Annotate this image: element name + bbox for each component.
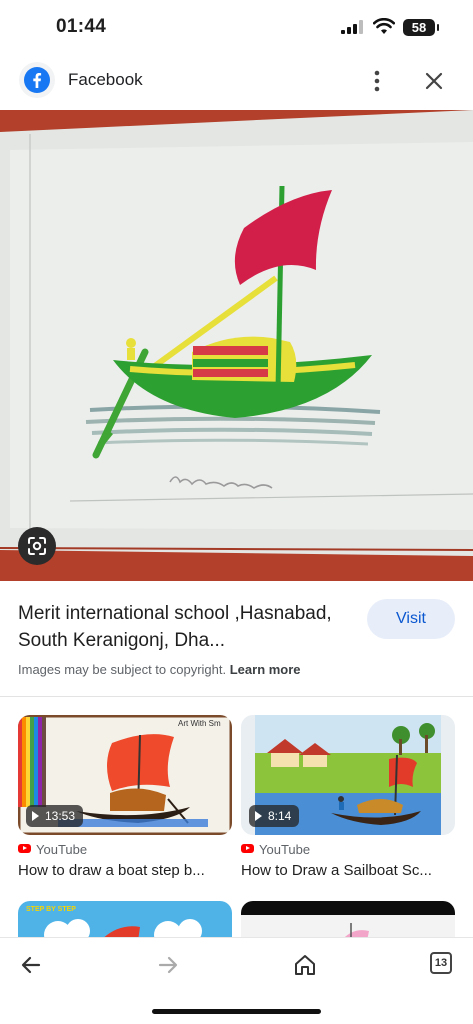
source-label: YouTube: [36, 842, 88, 857]
video-duration: 13:53: [26, 805, 84, 827]
status-bar: 01:44 58: [0, 0, 473, 56]
visit-button[interactable]: Visit: [367, 599, 455, 639]
image-info: Merit international school ,Hasnabad, So…: [0, 581, 473, 697]
tabs-button[interactable]: 13: [430, 952, 452, 974]
battery-icon: 58: [403, 19, 439, 36]
video-thumbnail[interactable]: 8:14: [241, 715, 455, 835]
thumbnail-watermark: STEP BY STEP: [26, 906, 76, 913]
youtube-icon: [241, 844, 254, 853]
thumbnail-image: [241, 901, 455, 941]
browser-header: Facebook: [0, 56, 473, 110]
facebook-icon: [19, 62, 55, 98]
play-icon: [255, 811, 262, 821]
home-indicator: [152, 1009, 321, 1014]
wifi-icon: [373, 18, 395, 34]
site-title: Facebook: [68, 70, 143, 89]
more-vert-icon[interactable]: [364, 68, 390, 94]
main-image[interactable]: [0, 110, 473, 581]
copyright-text: Images may be subject to copyright.: [18, 662, 227, 677]
back-arrow-icon[interactable]: [18, 952, 44, 978]
duration-text: 8:14: [268, 809, 292, 823]
source-title[interactable]: Merit international school ,Hasnabad, So…: [18, 600, 358, 654]
thumbnail-watermark: Art With Sm: [178, 719, 221, 728]
youtube-icon: [18, 844, 31, 853]
related-card-partial[interactable]: [241, 901, 455, 941]
source-label: YouTube: [259, 842, 311, 857]
play-icon: [32, 811, 39, 821]
status-time: 01:44: [56, 16, 107, 37]
learn-more-link[interactable]: Learn more: [230, 662, 301, 677]
boat-drawing: [0, 110, 473, 581]
video-title[interactable]: How to Draw a Sailboat Sc...: [241, 862, 455, 879]
google-lens-button[interactable]: [18, 527, 56, 565]
signal-icon: [341, 20, 363, 34]
forward-arrow-icon[interactable]: [155, 952, 181, 978]
close-icon[interactable]: [422, 69, 446, 93]
duration-text: 13:53: [45, 809, 76, 823]
video-duration: 8:14: [249, 805, 300, 827]
thumbnail-image: STEP BY STEP: [18, 901, 232, 941]
copyright-notice: Images may be subject to copyright. Lear…: [18, 662, 301, 677]
video-thumbnail[interactable]: Art With Sm 13:53: [18, 715, 232, 835]
google-lens-icon: [28, 537, 46, 555]
home-icon[interactable]: [292, 952, 318, 978]
video-title[interactable]: How to draw a boat step b...: [18, 862, 232, 879]
related-card-partial[interactable]: STEP BY STEP: [18, 901, 232, 941]
